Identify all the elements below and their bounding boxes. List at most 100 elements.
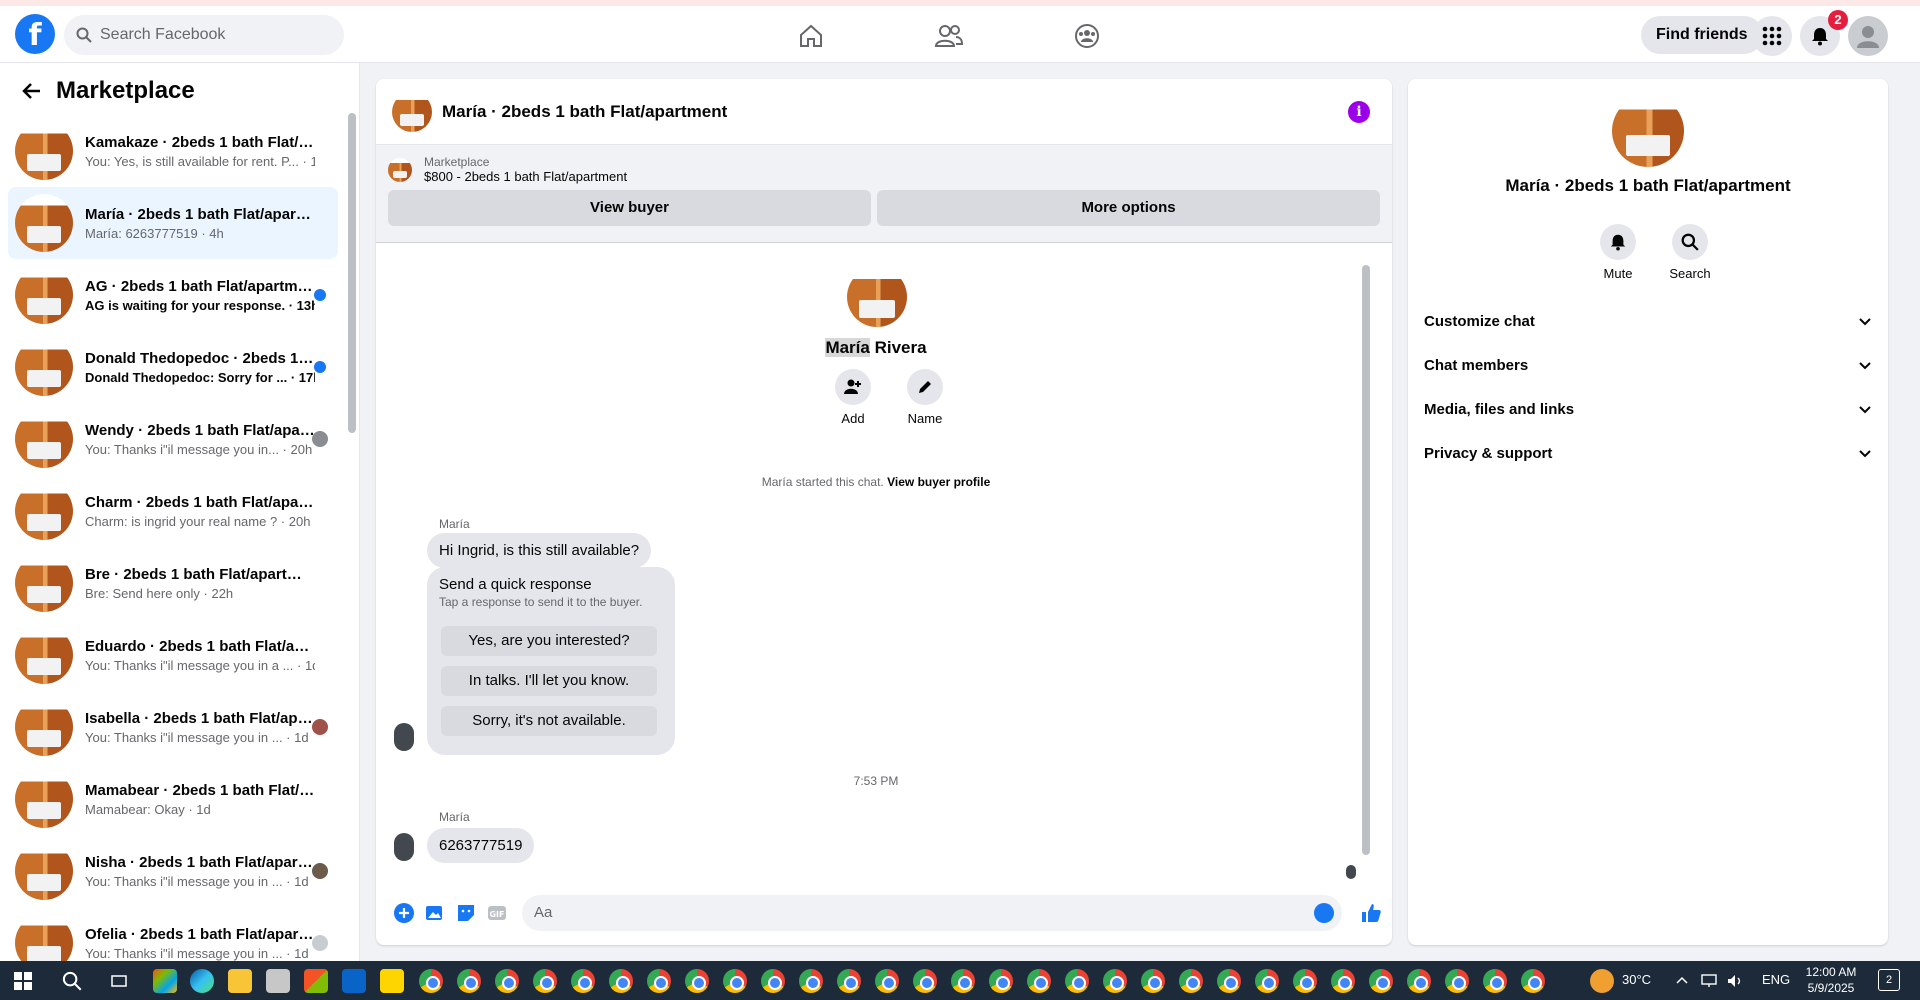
chrome-profile-icon[interactable] [457,969,481,993]
chrome-profile-icon[interactable] [1407,969,1431,993]
conversation-item[interactable]: Kamakaze · 2beds 1 bath Flat/apartment Yo… [8,115,338,187]
search-facebook-input[interactable]: Search Facebook [64,15,344,55]
quick-reply-not-available[interactable]: Sorry, it's not available. [441,706,657,736]
weather-icon[interactable] [1590,969,1614,993]
conversation-item[interactable]: Eduardo · 2beds 1 bath Flat/apartment You… [8,619,338,691]
chrome-profile-icon[interactable] [723,969,747,993]
chrome-profile-icon[interactable] [761,969,785,993]
section-customize-chat[interactable]: Customize chat [1424,299,1872,343]
chrome-profile-icon[interactable] [1521,969,1545,993]
weather-temperature[interactable]: 30°C [1622,972,1651,987]
windows-start-icon[interactable] [14,972,32,990]
network-icon[interactable] [1700,973,1718,989]
chrome-profile-icon[interactable] [1255,969,1279,993]
action-center-button[interactable]: 2 [1878,969,1900,991]
conversation-item[interactable]: AG · 2beds 1 bath Flat/apartment AG is wa… [8,259,338,331]
more-actions-button[interactable] [393,902,415,924]
chat-avatar[interactable] [392,91,432,132]
chrome-profile-icon[interactable] [1065,969,1089,993]
account-avatar-button[interactable] [1848,16,1888,56]
chrome-profile-icon[interactable] [837,969,861,993]
section-media-files-links[interactable]: Media, files and links [1424,387,1872,431]
chrome-profile-icon[interactable] [533,969,557,993]
conversation-item[interactable]: Wendy · 2beds 1 bath Flat/apartment You: … [8,403,338,475]
mute-action[interactable]: Mute [1588,224,1648,281]
emoji-icon[interactable] [1314,903,1334,923]
sticky-notes-icon[interactable] [380,969,404,993]
outlook-icon[interactable] [342,969,366,993]
name-action[interactable]: Name [895,369,955,426]
chrome-profile-icon[interactable] [1483,969,1507,993]
quick-reply-yes[interactable]: Yes, are you interested? [441,626,657,656]
buyer-profile-avatar[interactable] [847,267,907,327]
copilot-icon[interactable] [153,969,177,993]
attach-photo-button[interactable] [424,902,446,924]
chrome-profile-icon[interactable] [647,969,671,993]
details-avatar[interactable] [1612,95,1684,167]
chrome-profile-icon[interactable] [1103,969,1127,993]
chrome-profile-icon[interactable] [1369,969,1393,993]
sender-avatar [394,723,414,751]
chrome-profile-icon[interactable] [609,969,633,993]
add-action[interactable]: Add [823,369,883,426]
language-indicator[interactable]: ENG [1762,972,1790,987]
conversation-item[interactable]: Bre · 2beds 1 bath Flat/apartment Bre: Se… [8,547,338,619]
conversation-item[interactable]: Charm · 2beds 1 bath Flat/apartment Charm… [8,475,338,547]
section-privacy-support[interactable]: Privacy & support [1424,431,1872,475]
facebook-logo[interactable]: f [15,14,55,54]
sidebar-scrollbar[interactable] [348,103,356,943]
chrome-profile-icon[interactable] [1217,969,1241,993]
taskbar-search-icon[interactable] [62,971,82,991]
view-buyer-profile-link[interactable]: View buyer profile [887,475,990,489]
quick-reply-in-talks[interactable]: In talks. I'll let you know. [441,666,657,696]
system-clock[interactable]: 12:00 AM 5/9/2025 [1798,964,1864,996]
gif-button[interactable]: GIF [486,902,508,924]
edge-icon[interactable] [190,969,214,993]
chrome-profile-icon[interactable] [571,969,595,993]
like-button[interactable] [1360,902,1382,924]
chrome-profile-icon[interactable] [799,969,823,993]
conversation-item[interactable]: Donald Thedopedoc · 2beds 1 bath Flat/ap… [8,331,338,403]
store-icon[interactable] [304,969,328,993]
chrome-profile-icon[interactable] [1179,969,1203,993]
message-input[interactable]: Aa [522,895,1342,931]
section-chat-members[interactable]: Chat members [1424,343,1872,387]
menu-button[interactable] [1752,16,1792,56]
info-icon[interactable]: i [1348,101,1370,123]
chrome-profile-icon[interactable] [495,969,519,993]
task-view-icon[interactable] [110,972,128,990]
chevron-up-icon[interactable] [1676,975,1688,985]
chrome-profile-icon[interactable] [1445,969,1469,993]
conversation-item[interactable]: Nisha · 2beds 1 bath Flat/apartment You: … [8,835,338,907]
chrome-profile-icon[interactable] [875,969,899,993]
volume-icon[interactable] [1726,973,1744,989]
conversation-item-active[interactable]: María · 2beds 1 bath Flat/apartment María… [8,187,338,259]
chrome-profile-icon[interactable] [1027,969,1051,993]
conversation-item[interactable]: Mamabear · 2beds 1 bath Flat/apartment Ma… [8,763,338,835]
back-arrow-icon[interactable] [20,79,44,103]
find-friends-button[interactable]: Find friends [1641,16,1763,54]
mute-label: Mute [1603,266,1633,281]
file-explorer-icon[interactable] [228,969,252,993]
conversation-item[interactable]: Isabella · 2beds 1 bath Flat/apartment Yo… [8,691,338,763]
app-icon[interactable] [266,969,290,993]
search-icon [76,27,92,43]
conversation-name: Wendy · 2beds 1 bath Flat/apartment [85,421,315,439]
more-options-button[interactable]: More options [877,190,1380,226]
chrome-profile-icon[interactable] [1331,969,1355,993]
chrome-icon[interactable] [419,969,443,993]
home-tab[interactable] [792,18,830,54]
thread-scrollbar[interactable] [1362,245,1370,865]
sticker-button[interactable] [455,902,477,924]
listing-price-title[interactable]: $800 - 2beds 1 bath Flat/apartment [424,169,627,184]
chrome-profile-icon[interactable] [989,969,1013,993]
chrome-profile-icon[interactable] [913,969,937,993]
chrome-profile-icon[interactable] [1293,969,1317,993]
chrome-profile-icon[interactable] [951,969,975,993]
groups-tab[interactable] [1068,18,1106,54]
chrome-profile-icon[interactable] [1141,969,1165,993]
chrome-profile-icon[interactable] [685,969,709,993]
view-buyer-button[interactable]: View buyer [388,190,872,226]
search-action[interactable]: Search [1660,224,1720,281]
friends-tab[interactable] [930,18,968,54]
